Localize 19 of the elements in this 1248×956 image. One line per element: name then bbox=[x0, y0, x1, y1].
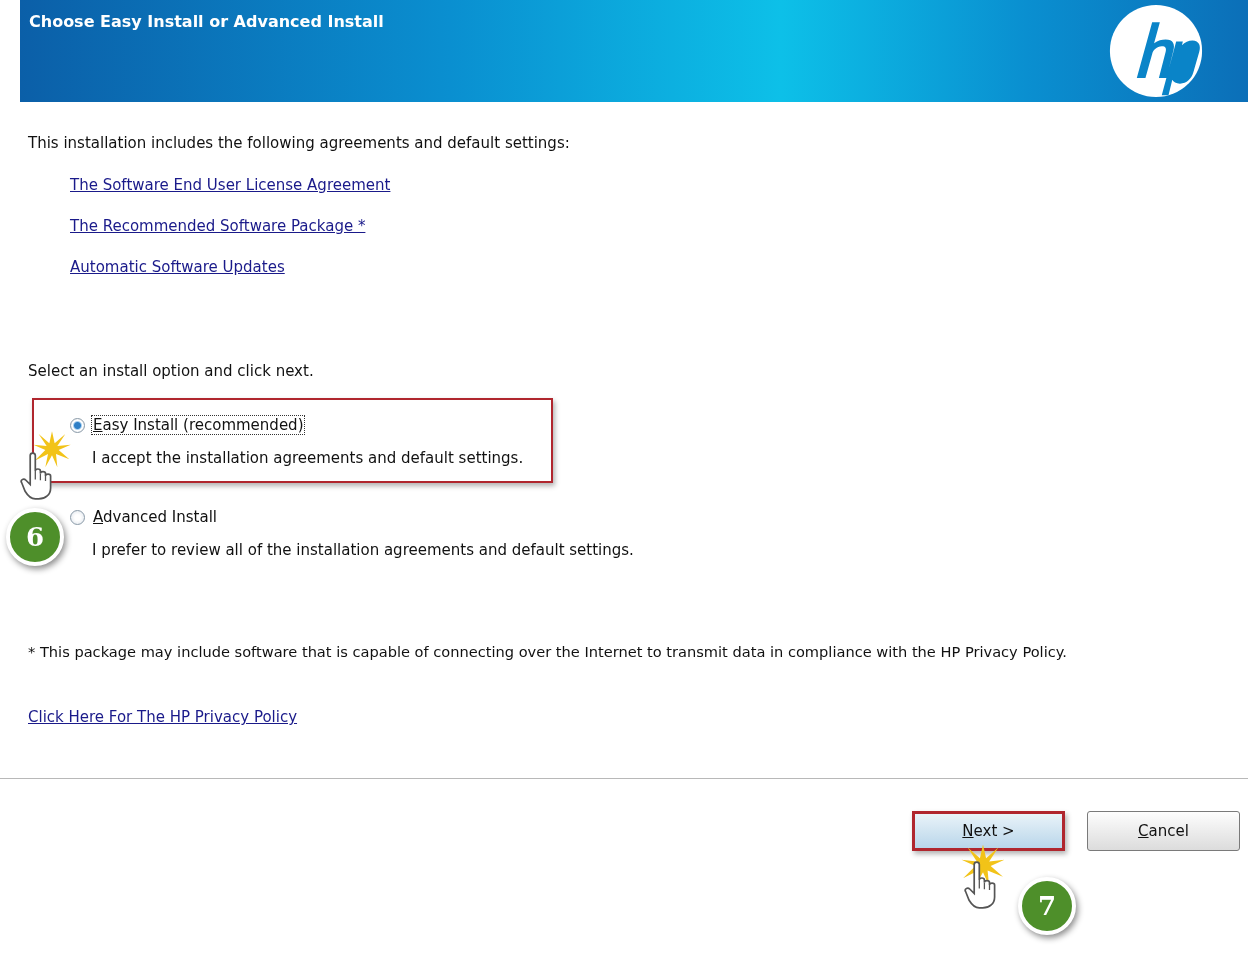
pointer-hand-icon bbox=[964, 859, 998, 911]
radio-button[interactable] bbox=[70, 417, 85, 433]
option-description: I accept the installation agreements and default settings. bbox=[92, 449, 524, 467]
footnote-text: * This package may include software that is capable of connecting over the Internet to transmit data in compliance with the HP Privacy Policy. bbox=[28, 643, 1067, 660]
hp-logo-icon bbox=[1108, 3, 1204, 99]
next-button[interactable]: Next > bbox=[912, 811, 1065, 851]
pointer-hand-icon bbox=[20, 450, 54, 502]
cancel-button[interactable]: Cancel bbox=[1087, 811, 1240, 851]
window-title: Choose Easy Install or Advanced Install bbox=[28, 11, 384, 31]
agreement-link[interactable]: Automatic Software Updates bbox=[70, 258, 285, 276]
prompt-text: Select an install option and click next. bbox=[28, 362, 314, 380]
radio-button[interactable] bbox=[70, 509, 85, 525]
option-label[interactable]: Advanced Install bbox=[91, 507, 220, 527]
agreement-link[interactable]: The Recommended Software Package * bbox=[70, 217, 366, 235]
option-label[interactable]: Easy Install (recommended) bbox=[91, 415, 306, 435]
agreement-link[interactable]: The Software End User License Agreement bbox=[70, 176, 391, 194]
privacy-link[interactable]: Click Here For The HP Privacy Policy bbox=[28, 708, 298, 726]
intro-text: This installation includes the following agreements and default settings: bbox=[28, 134, 570, 152]
option-description: I prefer to review all of the installation agreements and default settings. bbox=[92, 541, 634, 559]
